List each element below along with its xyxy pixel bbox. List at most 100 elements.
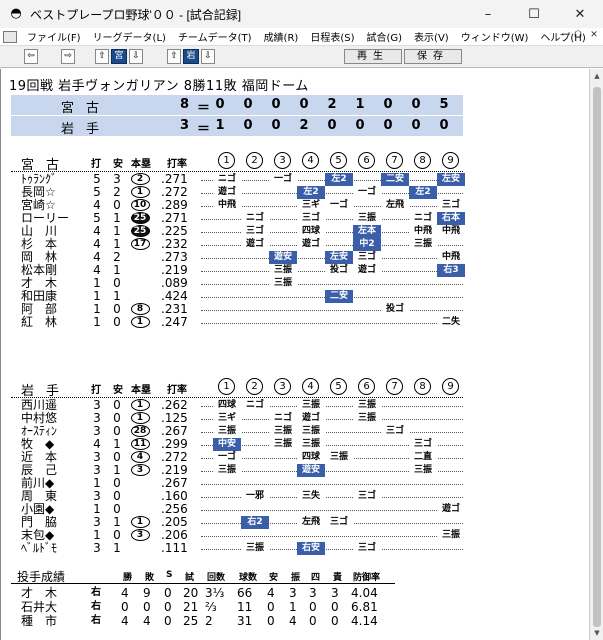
batter-row[interactable]: 辰 己 3 1 3.219 三振 遊安 三振 bbox=[11, 464, 463, 477]
play-button[interactable]: 再生 bbox=[344, 49, 402, 64]
home-run-badge: 25 bbox=[130, 212, 150, 224]
pitching-header-column: 球数 bbox=[239, 573, 258, 583]
batter-row[interactable]: 末包◆ 1 0 3.206 三振 bbox=[11, 529, 465, 542]
batter-row[interactable]: ﾍﾞﾙﾄﾞﾓ 3 1 .111 三振 右安 三ゴ bbox=[11, 542, 463, 555]
batter-row[interactable]: 周 東 3 0.160 一邪 三失 三ゴ bbox=[11, 490, 463, 503]
scoreboard-inning-runs: 0 bbox=[411, 118, 421, 133]
pitching-header-column: 責 bbox=[333, 573, 343, 583]
menu-file[interactable]: ファイル(F) bbox=[21, 29, 87, 44]
batter-row[interactable]: 才 木 1 0.089 三振 bbox=[11, 277, 463, 290]
home-run-count bbox=[129, 542, 151, 555]
batter-row[interactable]: 杉 本 4 1 17.232 遊ゴ 遊ゴ 中2 三振 bbox=[11, 238, 463, 251]
home-run-count: 1 bbox=[129, 186, 151, 199]
pitching-header-column: 試 bbox=[185, 573, 195, 583]
batter-row[interactable]: 前川◆ 1 0.267 bbox=[11, 477, 463, 490]
scoreboard-team-name: 岩手 bbox=[61, 122, 112, 137]
pitcher-stat-h: 4 bbox=[267, 586, 275, 600]
maximize-button[interactable]: ☐ bbox=[511, 0, 557, 28]
home-run-count: 28 bbox=[129, 425, 151, 438]
plate-appearance-result: 右安 bbox=[297, 542, 325, 555]
batter-row[interactable]: 山 川 4 1 25.225 三ゴ 四球 左本 中飛 中飛 bbox=[11, 225, 465, 238]
batter-row[interactable]: 長岡☆ 5 2 1.272 遊ゴ 左2 一ゴ 左2 bbox=[11, 186, 463, 199]
close-button[interactable]: ✕ bbox=[557, 0, 603, 28]
scoreboard-inning-runs: 0 bbox=[383, 97, 393, 112]
inning-number-circle: 5 bbox=[330, 378, 347, 395]
home-run-count: 4 bbox=[129, 451, 151, 464]
vertical-scrollbar[interactable]: ▲ ▼ bbox=[589, 69, 603, 640]
batter-row[interactable]: 西川遥 3 0 1.262 四球 ニゴ 三振 三振 bbox=[11, 399, 463, 412]
plate-appearance-result: 一ゴ bbox=[213, 451, 241, 464]
child-restore-button[interactable]: ᗝ bbox=[571, 29, 585, 43]
home-run-count: 8 bbox=[129, 303, 151, 316]
batter-row[interactable]: ｵｰｽﾃｨﾝ 3 0 28.267 三振 三振 三振 三ゴ bbox=[11, 425, 463, 438]
arrow-left-icon[interactable]: ⇦ bbox=[24, 49, 38, 64]
arrow-down-icon[interactable]: ⇩ bbox=[129, 49, 143, 64]
batter-row[interactable]: 紅 林 1 0 1 .247 二失 bbox=[11, 316, 465, 329]
scoreboard-team-name: 宮古 bbox=[61, 101, 112, 116]
home-run-count: 2 bbox=[129, 173, 151, 186]
dotted-leader bbox=[201, 284, 463, 285]
menu-window[interactable]: ウィンドウ(W) bbox=[455, 29, 535, 44]
menu-game[interactable]: 試合(G) bbox=[360, 29, 408, 44]
arrow-right-icon[interactable]: ⇨ bbox=[61, 49, 75, 64]
home-run-count: 25 bbox=[129, 225, 151, 238]
batting-header: 岩手打安本塁 打率 1 2 3 4 5 6 7 8 9 bbox=[11, 378, 463, 399]
plate-appearance-result: 三ゴ bbox=[241, 225, 269, 238]
batter-row[interactable]: 牧 ◆ 4 1 11.299 中安 三振 三振 三ゴ bbox=[11, 438, 463, 451]
batter-row[interactable]: 中村悠 3 0 1.125 三ギ ニゴ 遊ゴ 三振 bbox=[11, 412, 463, 425]
plate-appearance-result: 三失 bbox=[297, 490, 325, 503]
plate-appearance-result: 遊ゴ bbox=[213, 186, 241, 199]
minimize-button[interactable]: – bbox=[465, 0, 511, 28]
plate-appearance-result: 遊安 bbox=[297, 464, 325, 477]
scoreboard-inning-runs: 0 bbox=[383, 118, 393, 133]
pitcher-row[interactable]: 種 市右 4 4 0 25 2 31 0 4 0 0 4.14 bbox=[11, 614, 463, 628]
pitcher-row[interactable]: 石井大右 0 0 0 21 ⅔ 11 0 1 0 0 6.81 bbox=[11, 600, 463, 614]
plate-appearance-result: ニゴ bbox=[269, 412, 297, 425]
batter-row[interactable]: 岡 林 4 2.273 遊安 左安 三ゴ 中飛 bbox=[11, 251, 465, 264]
menu-view[interactable]: 表示(V) bbox=[408, 29, 455, 44]
batter-row[interactable]: 宮崎☆ 4 0 10.289 中飛 三ギ 一ゴ 左飛 三ゴ bbox=[11, 199, 465, 212]
batting-table: 岩手打安本塁 打率 1 2 3 4 5 6 7 8 9 西川遥 3 0 1.262 四球 ニゴ 三振 三振 中村悠 3 0… bbox=[11, 378, 465, 556]
team1-toggle[interactable]: 宮 bbox=[111, 49, 127, 64]
toolbar: ⇦ ⇨ ⇧ 宮 ⇩ ⇧ 岩 ⇩ 再生 保存 bbox=[0, 46, 603, 68]
child-close-button[interactable]: ✕ bbox=[587, 29, 601, 43]
batter-row[interactable]: 近 本 3 0 4.272 一ゴ 四球 三振 二直 bbox=[11, 451, 463, 464]
plate-appearance-result: 三ゴ bbox=[297, 212, 325, 225]
child-minimize-button[interactable]: – bbox=[555, 29, 569, 43]
batter-row[interactable]: 門 脇 3 1 1.205 右2 左飛 三ゴ bbox=[11, 516, 463, 529]
home-run-badge: 1 bbox=[130, 316, 150, 328]
menu-league-data[interactable]: リーグデータ(L) bbox=[87, 29, 172, 44]
scroll-up-icon[interactable]: ▲ bbox=[592, 72, 602, 80]
batter-row[interactable]: ﾄｩﾗﾝｸﾞ 5 3 2.271 ニゴ 一ゴ 左2 二安 左安 bbox=[11, 173, 465, 186]
save-button[interactable]: 保存 bbox=[404, 49, 462, 64]
batter-row[interactable]: 小園◆ 1 0.256 遊ゴ bbox=[11, 503, 465, 516]
arrow-up-icon[interactable]: ⇧ bbox=[167, 49, 181, 64]
pitcher-stat-np: 31 bbox=[237, 614, 253, 628]
batter-row[interactable]: 和田康 1 1.424 二安 bbox=[11, 290, 463, 303]
plate-appearance-result: 三振 bbox=[297, 399, 325, 412]
plate-appearance-result: 四球 bbox=[297, 225, 325, 238]
menu-schedule[interactable]: 日程表(S) bbox=[304, 29, 360, 44]
game-record-content: 19回戦 岩手ヴォンガリアン 8勝11敗 福岡ドーム 宮古 8 ＝ 0 0 0 0 2 1 0 0 5… bbox=[0, 69, 603, 640]
pitcher-row[interactable]: 才 木右 4 9 0 20 3⅓ 66 4 3 3 3 4.04 bbox=[11, 586, 463, 600]
batter-row[interactable]: 阿 部 1 0 8.231 投ゴ bbox=[11, 303, 463, 316]
plate-appearance-result: 三ゴ bbox=[325, 516, 353, 529]
menu-team-data[interactable]: チームデータ(T) bbox=[172, 29, 258, 44]
scrollbar-thumb[interactable] bbox=[593, 87, 601, 627]
menu-records[interactable]: 成績(R) bbox=[258, 29, 305, 44]
pitcher-stat-ip: 3⅓ bbox=[205, 586, 225, 600]
pitcher-name: 石井大 bbox=[21, 600, 58, 614]
batter-row[interactable]: 松本剛 4 1.219 三振 投ゴ 遊ゴ 右3 bbox=[11, 264, 465, 277]
pitcher-stat-er: 0 bbox=[331, 614, 339, 628]
home-run-count bbox=[129, 290, 151, 303]
team2-toggle[interactable]: 岩 bbox=[183, 49, 199, 64]
plate-appearance-result: 三振 bbox=[213, 464, 241, 477]
pitcher-stat-w: 4 bbox=[121, 614, 129, 628]
arrow-down-icon[interactable]: ⇩ bbox=[201, 49, 215, 64]
document-system-menu-icon[interactable] bbox=[3, 30, 17, 43]
scroll-down-icon[interactable]: ▼ bbox=[592, 629, 602, 637]
scoreboard-inning-runs: 2 bbox=[327, 97, 337, 112]
batter-row[interactable]: ローリー 5 1 25.271 ニゴ 三ゴ 三振 ニゴ 右本 bbox=[11, 212, 465, 225]
inning-number-circle: 9 bbox=[442, 378, 459, 395]
arrow-up-icon[interactable]: ⇧ bbox=[95, 49, 109, 64]
